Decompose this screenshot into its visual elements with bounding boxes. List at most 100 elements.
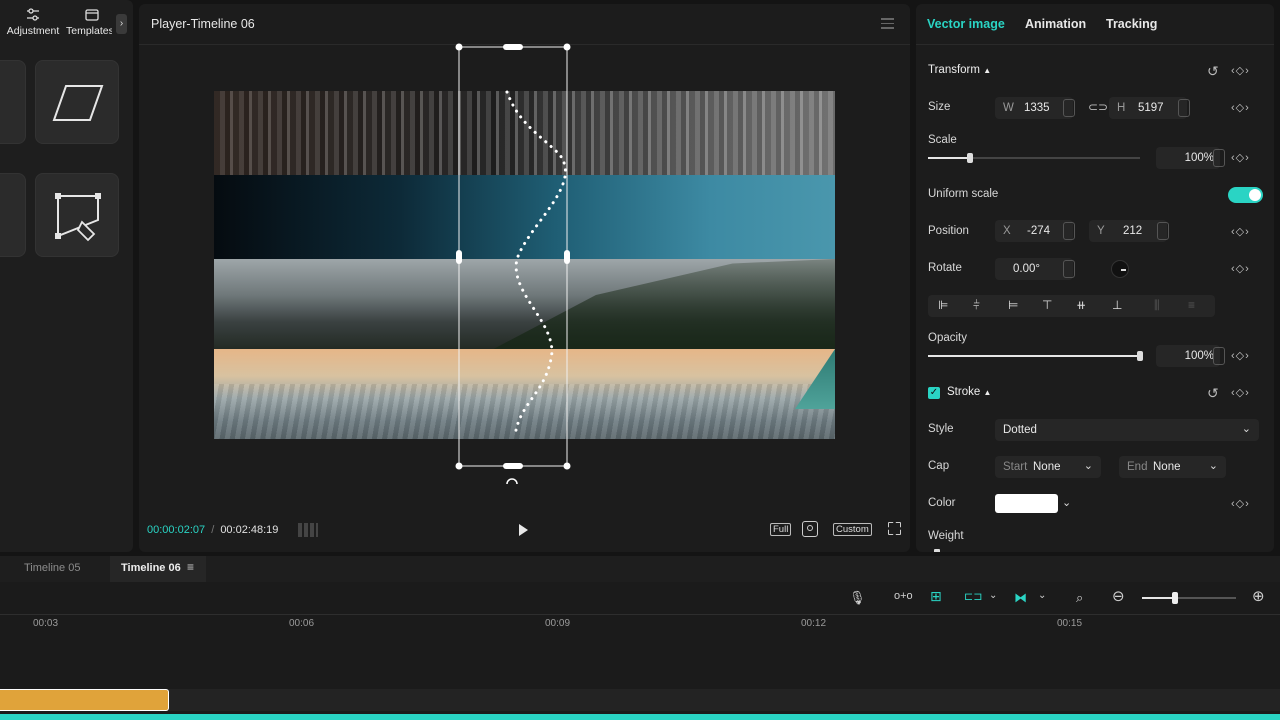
transform-label: Transform [928,64,980,76]
zoom-in-icon[interactable]: ⊕ [1252,587,1265,605]
scale-slider-track[interactable] [928,153,1140,163]
chevron-right-icon[interactable]: › [116,14,127,34]
vector-path-overlay[interactable] [139,4,910,552]
scale-stepper[interactable] [1213,149,1225,167]
opacity-slider-handle[interactable] [1137,351,1143,361]
uniform-scale-toggle[interactable] [1228,187,1263,203]
ruler-tick: 00:03 [33,618,59,629]
tool-panel: Adjustment Templates › [0,0,133,552]
tab-timeline-06[interactable]: Timeline 06 ≡ [110,556,206,582]
cap-start-label: Start [1003,461,1028,473]
align-bottom-icon[interactable]: ⊥ [1112,298,1122,312]
keyframe-icon[interactable]: ‹◇› [1231,497,1250,510]
align-center-v-icon[interactable]: ⧺ [1076,298,1086,312]
zoom-slider-handle[interactable] [1171,592,1178,604]
align-toolbar: ⊫ ⫩ ⊨ ⊤ ⧺ ⊥ ⫼ ≡ [928,295,1215,317]
chevron-down-icon: ⌄ [1241,423,1251,435]
total-time: 00:02:48:19 [220,524,279,536]
menu-icon[interactable]: ≡ [187,560,194,574]
microphone-icon[interactable]: 🎙︎ [849,590,866,606]
position-x-field[interactable]: X -274 [995,220,1073,242]
size-h-field[interactable]: H 5197 [1109,97,1187,119]
shape-tile-parallelogram[interactable] [35,60,119,144]
custom-ratio-button[interactable]: Custom [833,523,872,536]
shape-tile-pen[interactable] [35,173,119,257]
magnet-link-icon[interactable]: ⊏⊐ [964,590,982,603]
opacity-stepper[interactable] [1213,347,1225,365]
reset-icon[interactable]: ↺ [1207,385,1219,402]
position-y-field[interactable]: Y 212 [1089,220,1167,242]
keyframe-icon[interactable]: ‹◇› [1231,64,1250,77]
weight-slider-handle[interactable] [934,549,940,552]
cap-label: Cap [928,460,950,472]
zoom-out-icon[interactable]: ⊖ [1112,587,1125,605]
shape-tile-partial-2[interactable] [0,173,26,257]
style-select[interactable]: Dotted ⌄ [995,419,1259,441]
color-swatch[interactable] [995,494,1058,513]
align-right-icon[interactable]: ⊨ [1008,298,1018,312]
split-icon[interactable]: ⧓ [1014,590,1027,606]
rotate-field[interactable]: 0.00° [995,258,1073,280]
size-h-stepper[interactable] [1178,99,1190,117]
stroke-checkbox[interactable]: ✓ [928,387,940,399]
tab-tracking[interactable]: Tracking [1106,17,1157,31]
keyframe-icon[interactable]: ‹◇› [1231,349,1250,362]
size-w-field[interactable]: W 1335 [995,97,1073,119]
tab-timeline-06-label: Timeline 06 [121,562,181,574]
shape-tile-partial[interactable] [0,60,26,144]
distribute-v-icon[interactable]: ≡ [1188,298,1195,312]
chevron-down-icon: ⌄ [1083,460,1093,472]
align-center-h-icon[interactable]: ⫩ [973,298,980,313]
keyframe-icon[interactable]: ‹◇› [1231,101,1250,114]
play-icon[interactable] [519,524,528,536]
keyframe-icon[interactable]: ‹◇› [1231,151,1250,164]
tab-animation[interactable]: Animation [1025,17,1086,31]
size-label: Size [928,101,951,113]
tab-adjustment[interactable]: Adjustment [2,8,64,37]
chevron-down-icon[interactable]: ⌄ [1062,496,1071,509]
cap-end-select[interactable]: End None ⌄ [1119,456,1226,478]
video-track-bar[interactable] [0,714,1280,720]
cap-start-select[interactable]: Start None ⌄ [995,456,1101,478]
link-icon[interactable]: ⊂⊃ [1088,100,1108,114]
stroke-label: Stroke [947,386,981,398]
snap-icon[interactable]: ⊞ [930,588,942,605]
preview-icon[interactable]: ⌕ [1076,590,1083,606]
reset-icon[interactable]: ↺ [1207,63,1219,80]
opacity-field[interactable]: 100% [1156,345,1220,367]
transform-header[interactable]: Transform ▲ [928,64,991,76]
rotate-stepper[interactable] [1063,260,1075,278]
align-left-icon[interactable]: ⊫ [938,298,948,312]
grid-icon[interactable] [298,523,318,537]
pos-y-label: Y [1097,225,1105,237]
tab-timeline-05[interactable]: Timeline 05 [24,562,80,574]
distribute-h-icon[interactable]: ⫼ [1154,298,1160,313]
keyframe-icon[interactable]: ‹◇› [1231,225,1250,238]
align-top-icon[interactable]: ⊤ [1042,298,1052,312]
rotate-dial[interactable] [1111,260,1129,278]
position-label: Position [928,225,969,237]
caret-up-icon: ▲ [983,66,992,75]
tab-vector-image[interactable]: Vector image [927,17,1005,31]
zoom-slider-track[interactable] [1142,592,1236,604]
zoom-fit-icon[interactable] [802,521,818,537]
pos-y-stepper[interactable] [1157,222,1169,240]
keyframe-icon[interactable]: ‹◇› [1231,262,1250,275]
chevron-down-icon[interactable]: ⌄ [1038,590,1046,601]
pos-x-value: -274 [1027,225,1051,237]
timeline-clip[interactable] [0,689,169,711]
size-w-stepper[interactable] [1063,99,1075,117]
timecode: 00:00:02:07 / 00:02:48:19 [147,524,278,536]
opacity-slider-track[interactable] [928,351,1143,361]
scale-slider-handle[interactable] [967,153,974,163]
weight-label: Weight [928,530,964,542]
link-clips-icon[interactable]: o+o [894,590,913,602]
chevron-down-icon[interactable]: ⌄ [989,590,997,601]
stroke-header[interactable]: Stroke ▲ [947,386,991,398]
pos-x-stepper[interactable] [1063,222,1075,240]
full-button[interactable]: Full [770,523,792,536]
scale-field[interactable]: 100% [1156,147,1220,169]
keyframe-icon[interactable]: ‹◇› [1231,386,1250,399]
size-w-value: 1335 [1024,102,1050,114]
tab-templates[interactable]: Templates [66,8,112,37]
